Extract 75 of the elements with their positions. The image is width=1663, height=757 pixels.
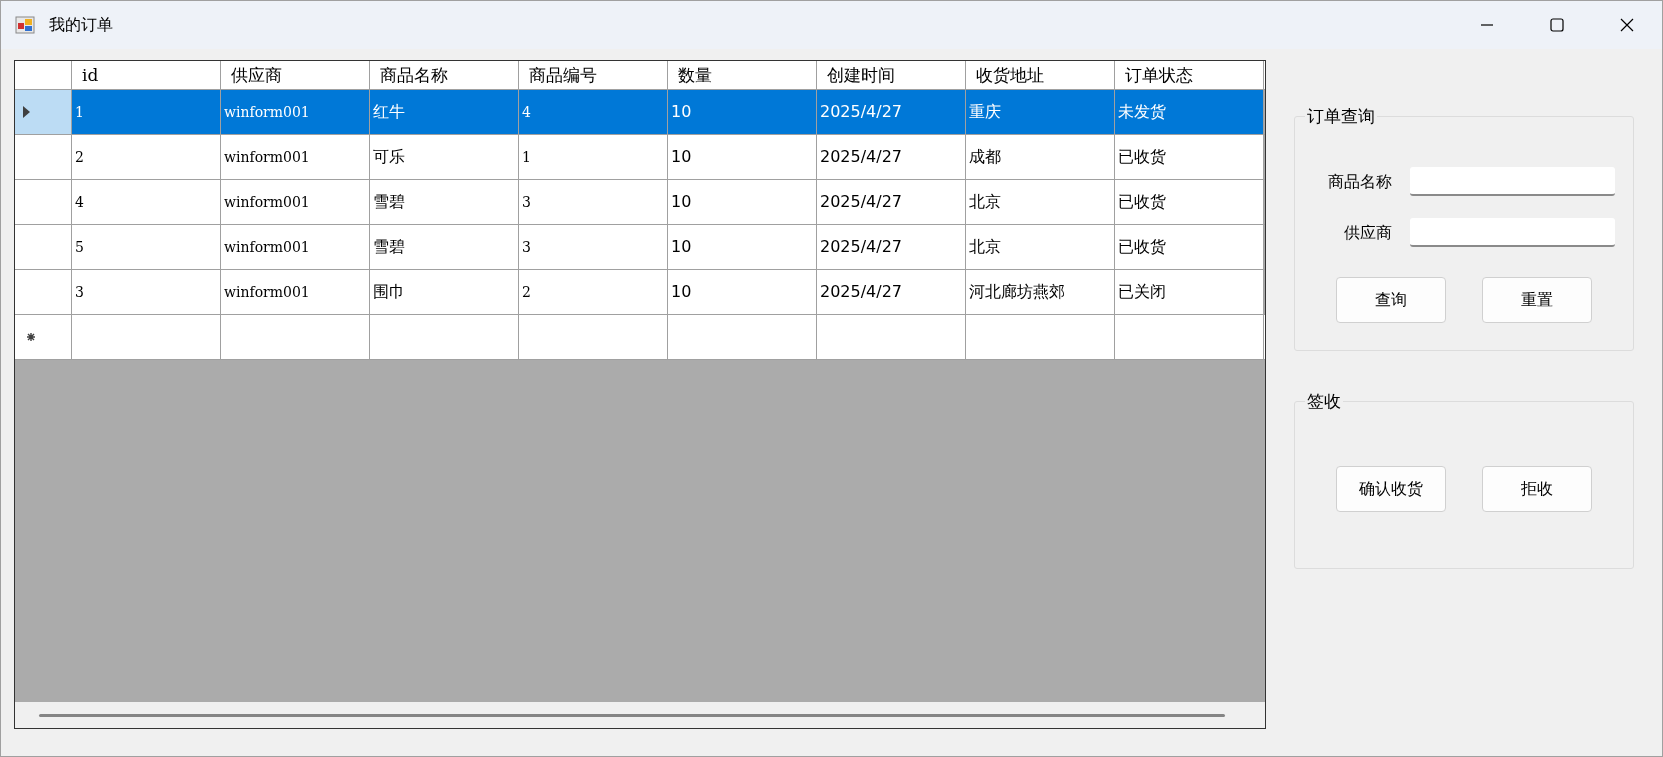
row-header[interactable] bbox=[15, 180, 72, 224]
table-cell: 3 bbox=[519, 180, 668, 224]
table-cell: 10 bbox=[668, 225, 817, 269]
column-header[interactable]: 创建时间 bbox=[817, 61, 966, 89]
field-label: 供应商 bbox=[1344, 221, 1392, 244]
table-cell: 北京 bbox=[966, 180, 1115, 224]
field-label: 商品名称 bbox=[1328, 170, 1392, 193]
window-title: 我的订单 bbox=[49, 14, 113, 36]
table-cell: 5 bbox=[72, 225, 221, 269]
table-row[interactable]: 3 winform001 围巾 2 10 2025/4/27 河北廊坊燕郊 已关闭 bbox=[15, 270, 1265, 315]
close-icon bbox=[1620, 18, 1634, 32]
table-cell: 10 bbox=[668, 135, 817, 179]
column-header[interactable]: 供应商 bbox=[221, 61, 370, 89]
table-cell: 已收货 bbox=[1115, 180, 1264, 224]
horizontal-scrollbar[interactable] bbox=[15, 702, 1265, 728]
table-cell: 已收货 bbox=[1115, 135, 1264, 179]
table-cell: 雪碧 bbox=[370, 180, 519, 224]
table-cell: 2 bbox=[519, 270, 668, 314]
table-cell: 4 bbox=[72, 180, 221, 224]
table-cell: 1 bbox=[519, 135, 668, 179]
table-cell: 2025/4/27 bbox=[817, 90, 966, 134]
table-cell: 2 bbox=[72, 135, 221, 179]
table-cell: 2025/4/27 bbox=[817, 180, 966, 224]
row-header[interactable] bbox=[15, 225, 72, 269]
table-cell: 2025/4/27 bbox=[817, 135, 966, 179]
column-header[interactable]: 订单状态 bbox=[1115, 61, 1264, 89]
action-button[interactable]: 拒收 bbox=[1482, 466, 1592, 512]
column-header[interactable]: 商品名称 bbox=[370, 61, 519, 89]
app-icon bbox=[15, 15, 35, 35]
table-cell: 成都 bbox=[966, 135, 1115, 179]
table-cell: winform001 bbox=[221, 135, 370, 179]
table-cell: 未发货 bbox=[1115, 90, 1264, 134]
input-field[interactable] bbox=[1410, 218, 1615, 247]
table-cell: winform001 bbox=[221, 90, 370, 134]
table-row[interactable]: 5 winform001 雪碧 3 10 2025/4/27 北京 已收货 bbox=[15, 225, 1265, 270]
table-cell: 河北廊坊燕郊 bbox=[966, 270, 1115, 314]
table-cell: 2025/4/27 bbox=[817, 270, 966, 314]
column-header[interactable]: 收货地址 bbox=[966, 61, 1115, 89]
action-button[interactable]: 确认收货 bbox=[1336, 466, 1446, 512]
table-cell: 已关闭 bbox=[1115, 270, 1264, 314]
table-cell: 10 bbox=[668, 180, 817, 224]
column-header[interactable]: 数量 bbox=[668, 61, 817, 89]
column-header[interactable]: id bbox=[72, 61, 221, 89]
row-header[interactable] bbox=[15, 90, 72, 134]
action-button[interactable]: 重置 bbox=[1482, 277, 1592, 323]
scrollbar-thumb[interactable] bbox=[39, 713, 1225, 717]
table-cell: 已收货 bbox=[1115, 225, 1264, 269]
table-cell: 4 bbox=[519, 90, 668, 134]
table-cell: 10 bbox=[668, 270, 817, 314]
table-cell: 10 bbox=[668, 90, 817, 134]
table-row[interactable]: 2 winform001 可乐 1 10 2025/4/27 成都 已收货 bbox=[15, 135, 1265, 180]
table-cell: 可乐 bbox=[370, 135, 519, 179]
table-cell: 3 bbox=[519, 225, 668, 269]
maximize-icon bbox=[1550, 18, 1564, 32]
table-row[interactable]: 4 winform001 雪碧 3 10 2025/4/27 北京 已收货 bbox=[15, 180, 1265, 225]
table-cell: 3 bbox=[72, 270, 221, 314]
table-cell: 雪碧 bbox=[370, 225, 519, 269]
action-button[interactable]: 查询 bbox=[1336, 277, 1446, 323]
table-cell: 北京 bbox=[966, 225, 1115, 269]
table-cell: 围巾 bbox=[370, 270, 519, 314]
new-row-icon bbox=[27, 333, 35, 341]
table-row[interactable]: 1 winform001 红牛 4 10 2025/4/27 重庆 未发货 bbox=[15, 90, 1265, 135]
table-cell: 红牛 bbox=[370, 90, 519, 134]
table-cell: 2025/4/27 bbox=[817, 225, 966, 269]
current-row-icon bbox=[23, 106, 30, 118]
table-cell: 重庆 bbox=[966, 90, 1115, 134]
table-cell: winform001 bbox=[221, 180, 370, 224]
input-field[interactable] bbox=[1410, 167, 1615, 196]
table-cell: winform001 bbox=[221, 270, 370, 314]
table-cell: winform001 bbox=[221, 225, 370, 269]
row-header[interactable] bbox=[15, 135, 72, 179]
table-cell: 1 bbox=[72, 90, 221, 134]
column-header[interactable]: 商品编号 bbox=[519, 61, 668, 89]
new-row[interactable] bbox=[15, 315, 1265, 360]
row-header[interactable] bbox=[15, 270, 72, 314]
